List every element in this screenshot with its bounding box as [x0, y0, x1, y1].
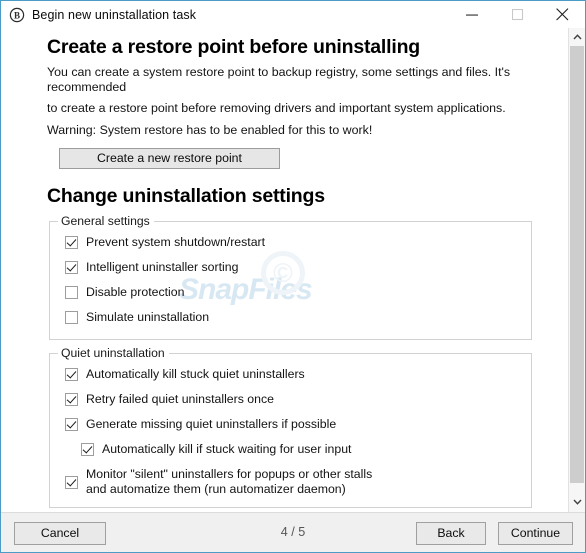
create-restore-point-button[interactable]: Create a new restore point	[59, 148, 280, 169]
chevron-down-icon	[572, 499, 582, 505]
group-title-general-settings: General settings	[58, 214, 154, 228]
svg-text:B: B	[14, 10, 20, 20]
title-bar: B Begin new uninstallation task	[1, 1, 585, 28]
label-monitor-silent: Monitor "silent" uninstallers for popups…	[86, 467, 373, 496]
settings-heading: Change uninstallation settings	[47, 185, 325, 207]
scroll-up-button[interactable]	[569, 28, 585, 45]
label-auto-kill-stuck: Automatically kill stuck quiet uninstall…	[86, 367, 305, 381]
checkbox-monitor-silent[interactable]	[65, 475, 78, 489]
label-simulate-uninstallation: Simulate uninstallation	[86, 310, 210, 324]
checkbox-row-disable-protection[interactable]: Disable protection	[56, 281, 525, 306]
checkbox-disable-protection[interactable]	[65, 286, 78, 299]
dialog-footer: Cancel 4 / 5 Back Continue	[1, 512, 585, 552]
checkbox-row-prevent-shutdown[interactable]: Prevent system shutdown/restart	[56, 231, 525, 256]
scrollbar-thumb[interactable]	[570, 46, 584, 483]
group-title-quiet-uninstallation: Quiet uninstallation	[58, 346, 169, 360]
maximize-button[interactable]	[495, 1, 540, 28]
checkbox-row-simulate-uninstallation[interactable]: Simulate uninstallation	[56, 306, 525, 331]
uninstallation-task-window: B Begin new uninstallation task © SnapFi…	[0, 0, 586, 553]
restore-paragraph-line-2: to create a restore point before removin…	[47, 101, 506, 115]
settings-content: Create a restore point before uninstalli…	[1, 28, 569, 512]
continue-button[interactable]: Continue	[498, 522, 573, 545]
vertical-scrollbar[interactable]	[568, 28, 585, 512]
restore-heading: Create a restore point before uninstalli…	[47, 36, 421, 58]
checkbox-row-retry-failed[interactable]: Retry failed quiet uninstallers once	[56, 388, 525, 413]
minimize-icon	[466, 14, 478, 16]
checkbox-prevent-shutdown[interactable]	[65, 236, 78, 249]
checkbox-simulate-uninstallation[interactable]	[65, 311, 78, 324]
settings-scroll-area: © SnapFiles Create a restore point befor…	[1, 28, 585, 512]
window-title: Begin new uninstallation task	[32, 7, 197, 22]
chevron-up-icon	[572, 33, 582, 39]
label-retry-failed: Retry failed quiet uninstallers once	[86, 392, 274, 406]
checkbox-row-intelligent-sorting[interactable]: Intelligent uninstaller sorting	[56, 256, 525, 281]
back-button[interactable]: Back	[416, 522, 486, 545]
checkbox-kill-waiting-input[interactable]	[81, 443, 94, 456]
checkbox-intelligent-sorting[interactable]	[65, 261, 78, 274]
close-icon	[556, 8, 569, 21]
checkbox-auto-kill-stuck[interactable]	[65, 368, 78, 381]
label-generate-missing: Generate missing quiet uninstallers if p…	[86, 417, 337, 431]
minimize-button[interactable]	[450, 1, 495, 28]
restore-paragraph-line-1: You can create a system restore point to…	[47, 65, 511, 94]
label-disable-protection: Disable protection	[86, 285, 185, 299]
label-intelligent-sorting: Intelligent uninstaller sorting	[86, 260, 239, 274]
bulk-crap-uninstaller-b-icon: B	[9, 7, 25, 22]
checkbox-row-auto-kill-stuck[interactable]: Automatically kill stuck quiet uninstall…	[56, 363, 525, 388]
window-controls	[450, 1, 585, 28]
checkbox-row-kill-waiting-input[interactable]: Automatically kill if stuck waiting for …	[56, 438, 525, 463]
checkbox-generate-missing[interactable]	[65, 418, 78, 431]
checkbox-row-monitor-silent[interactable]: Monitor "silent" uninstallers for popups…	[56, 463, 525, 501]
checkbox-row-generate-missing[interactable]: Generate missing quiet uninstallers if p…	[56, 413, 525, 438]
group-general-settings: General settings Prevent system shutdown…	[49, 214, 532, 340]
maximize-icon	[511, 8, 523, 20]
checkbox-retry-failed[interactable]	[65, 393, 78, 406]
close-button[interactable]	[540, 1, 585, 28]
label-prevent-shutdown: Prevent system shutdown/restart	[86, 235, 266, 249]
group-quiet-uninstallation: Quiet uninstallation Automatically kill …	[49, 346, 532, 508]
restore-warning-text: Warning: System restore has to be enable…	[47, 123, 373, 137]
label-kill-waiting-input: Automatically kill if stuck waiting for …	[102, 442, 352, 456]
scroll-down-button[interactable]	[569, 493, 585, 510]
